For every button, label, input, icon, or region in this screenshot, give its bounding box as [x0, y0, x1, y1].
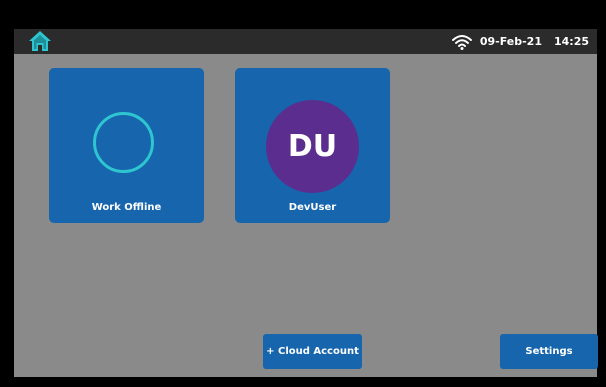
status-time: 14:25	[553, 35, 589, 48]
work-offline-tile[interactable]: Work Offline	[49, 68, 204, 223]
status-date: 09-Feb-21	[479, 35, 542, 48]
devuser-tile[interactable]: DU DevUser	[235, 68, 390, 223]
top-status-bar: 09-Feb-21 14:25	[14, 29, 597, 54]
work-offline-label: Work Offline	[91, 202, 162, 213]
home-button[interactable]	[28, 30, 52, 52]
settings-button[interactable]: Settings	[500, 334, 598, 369]
offline-ring-icon	[93, 112, 154, 173]
devuser-label: DevUser	[288, 202, 337, 213]
main-area: Work Offline DU DevUser + Cloud Account …	[14, 54, 598, 377]
avatar: DU	[266, 100, 359, 193]
status-area: 09-Feb-21 14:25	[451, 29, 589, 54]
add-cloud-account-button[interactable]: + Cloud Account	[263, 334, 362, 369]
home-icon	[29, 31, 51, 51]
app-screen: 09-Feb-21 14:25 Work Offline DU DevUser …	[0, 0, 606, 387]
wifi-icon	[451, 34, 472, 50]
